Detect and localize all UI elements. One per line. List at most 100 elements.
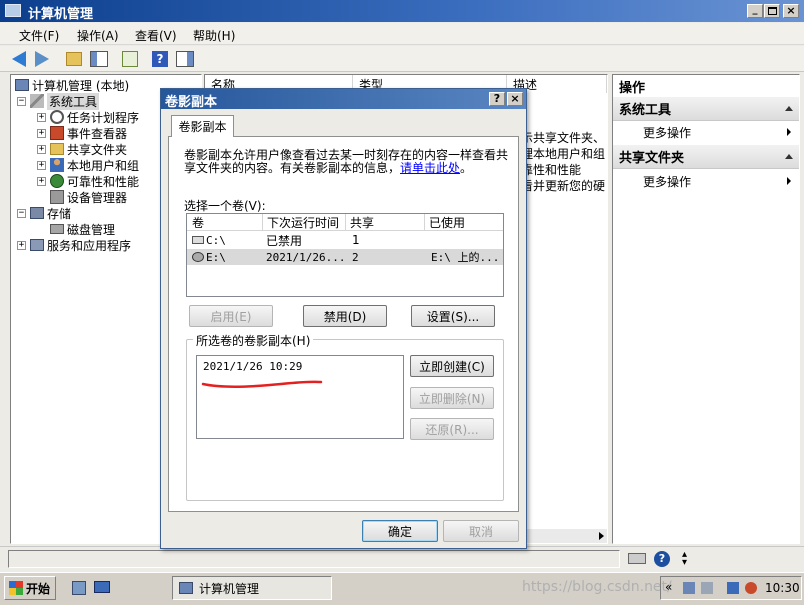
- horizontal-scrollbar[interactable]: [527, 529, 607, 543]
- clock: 10:30: [765, 581, 800, 595]
- dialog-title: 卷影副本: [165, 95, 218, 110]
- expand-icon[interactable]: +: [37, 160, 46, 170]
- disk-icon: [50, 224, 64, 234]
- taskbar-item-computer-management[interactable]: 计算机管理: [172, 576, 332, 600]
- desc-fragment: 靠性和性能: [521, 163, 582, 177]
- shadow-copy-item[interactable]: 2021/1/26 10:29: [203, 360, 302, 373]
- shadow-copies-dialog: 卷影副本 ? × 卷影副本 卷影副本允许用户像查看过去某一时刻存在的内容一样查看…: [160, 88, 527, 549]
- expand-icon[interactable]: +: [37, 128, 46, 138]
- tray-expand-button[interactable]: «: [665, 580, 672, 594]
- performance-icon: [50, 174, 64, 188]
- menu-help[interactable]: 帮助(H): [193, 27, 235, 44]
- ok-button[interactable]: 确定: [362, 520, 438, 542]
- dialog-help-button[interactable]: ?: [489, 92, 505, 106]
- disable-button[interactable]: 禁用(D): [303, 305, 387, 327]
- tree-task-scheduler[interactable]: + 任务计划程序: [37, 109, 139, 125]
- expand-icon[interactable]: +: [37, 112, 46, 122]
- clock-icon: [50, 110, 64, 124]
- quicklaunch-desktop-icon[interactable]: [94, 581, 110, 593]
- desc-fragment: 理本地用户和组: [521, 147, 606, 161]
- volume-row-c[interactable]: C:\ 已禁用 1: [187, 232, 503, 248]
- actions-more-shared-folders[interactable]: 更多操作: [613, 170, 799, 192]
- event-viewer-icon: [50, 126, 64, 140]
- dialog-close-button[interactable]: ×: [507, 92, 523, 106]
- submenu-arrow-icon: [787, 177, 791, 185]
- help-link[interactable]: 请单击此处: [400, 161, 460, 175]
- col-used[interactable]: 已使用: [424, 214, 502, 230]
- create-now-button[interactable]: 立即创建(C): [410, 355, 494, 377]
- close-button[interactable]: ×: [783, 4, 799, 18]
- tab-shadow-copies[interactable]: 卷影副本: [171, 115, 234, 137]
- tree-storage[interactable]: − 存储: [17, 205, 71, 221]
- delete-now-button[interactable]: 立即删除(N): [410, 387, 494, 409]
- tree-system-tools[interactable]: − 系统工具: [17, 92, 100, 110]
- col-volume[interactable]: 卷: [192, 214, 252, 230]
- red-underline-mark: [201, 380, 323, 388]
- tray-monitor-icon: [727, 582, 739, 594]
- forward-arrow-icon[interactable]: [35, 51, 49, 67]
- menu-action[interactable]: 操作(A): [77, 27, 119, 44]
- shadow-copies-list[interactable]: 2021/1/26 10:29: [196, 355, 404, 439]
- help-icon[interactable]: ?: [152, 51, 168, 67]
- tree-device-manager[interactable]: 设备管理器: [50, 189, 127, 205]
- tray-network-icon: [683, 582, 695, 594]
- actions-section-system-tools[interactable]: 系统工具: [613, 97, 799, 121]
- enable-button[interactable]: 启用(E): [189, 305, 273, 327]
- back-arrow-icon[interactable]: [12, 51, 26, 67]
- scroll-right-icon[interactable]: [599, 532, 604, 540]
- volume-row-e[interactable]: E:\ 2021/1/26... 2 E:\ 上的...: [187, 249, 503, 265]
- volume-list-header: 卷 下次运行时间 共享 已使用: [187, 214, 503, 231]
- quicklaunch-network-icon[interactable]: [72, 581, 86, 595]
- tab-panel: 卷影副本允许用户像查看过去某一时刻存在的内容一样查看共享文件夹的内容。有关卷影副…: [168, 136, 519, 512]
- col-next-run[interactable]: 下次运行时间: [262, 214, 342, 230]
- main-titlebar[interactable]: 计算机管理 _ ×: [0, 0, 804, 22]
- export-list-icon[interactable]: [122, 51, 138, 67]
- help-circle-icon[interactable]: ?: [654, 551, 670, 567]
- collapse-up-icon[interactable]: [785, 154, 793, 159]
- menu-file[interactable]: 文件(F): [19, 27, 59, 44]
- status-panel: [8, 550, 620, 568]
- tree-services-apps[interactable]: + 服务和应用程序: [17, 237, 131, 253]
- expand-icon[interactable]: +: [37, 144, 46, 154]
- expand-icon[interactable]: +: [37, 176, 46, 186]
- collapse-up-icon[interactable]: [785, 106, 793, 111]
- volume-list[interactable]: 卷 下次运行时间 共享 已使用 C:\ 已禁用 1 E:\ 2021/1/26.…: [186, 213, 504, 297]
- status-bar: ? ▴ ▾: [0, 546, 804, 570]
- start-button[interactable]: 开始: [4, 576, 56, 600]
- desc-fragment: 看并更新您的硬: [521, 179, 606, 193]
- maximize-button[interactable]: [764, 4, 780, 18]
- tree-event-viewer[interactable]: + 事件查看器: [37, 125, 127, 141]
- system-tray: « 10:30: [660, 576, 802, 600]
- tree-reliability[interactable]: + 可靠性和性能: [37, 173, 139, 189]
- actions-section-shared-folders[interactable]: 共享文件夹: [613, 145, 799, 169]
- collapse-icon[interactable]: −: [17, 96, 26, 106]
- tree-root[interactable]: 计算机管理 (本地): [15, 77, 129, 93]
- actions-more-system-tools[interactable]: 更多操作: [613, 121, 799, 143]
- device-manager-icon: [50, 190, 64, 204]
- tree-local-users[interactable]: + 本地用户和组: [37, 157, 139, 173]
- taskbar: 开始 计算机管理 https://blog.csdn.net/ « 10:30: [0, 572, 804, 605]
- restore-button[interactable]: 还原(R)...: [410, 418, 494, 440]
- show-hide-tree-icon[interactable]: [90, 51, 108, 67]
- cancel-button[interactable]: 取消: [443, 520, 519, 542]
- shadow-drive-icon: [192, 252, 204, 262]
- menu-view[interactable]: 查看(V): [135, 27, 177, 44]
- minimize-button[interactable]: _: [747, 4, 763, 18]
- show-hide-action-pane-icon[interactable]: [176, 51, 194, 67]
- settings-button[interactable]: 设置(S)...: [411, 305, 495, 327]
- tree-shared-folders[interactable]: + 共享文件夹: [37, 141, 127, 157]
- collapse-icon[interactable]: −: [17, 208, 26, 218]
- actions-pane: 操作 系统工具 更多操作 共享文件夹 更多操作: [612, 74, 800, 544]
- actions-title: 操作: [613, 75, 799, 99]
- up-folder-icon[interactable]: [66, 52, 82, 66]
- computer-management-icon: [179, 582, 193, 594]
- dialog-titlebar[interactable]: 卷影副本 ? ×: [161, 89, 526, 110]
- computer-management-icon: [15, 79, 29, 91]
- users-icon: [50, 158, 64, 172]
- col-shares[interactable]: 共享: [345, 214, 415, 230]
- maximize-icon: [768, 7, 777, 15]
- tree-disk-management[interactable]: 磁盘管理: [50, 221, 115, 237]
- toolbar: ?: [0, 46, 804, 72]
- expand-icon[interactable]: +: [17, 240, 26, 250]
- app-icon: [5, 4, 21, 17]
